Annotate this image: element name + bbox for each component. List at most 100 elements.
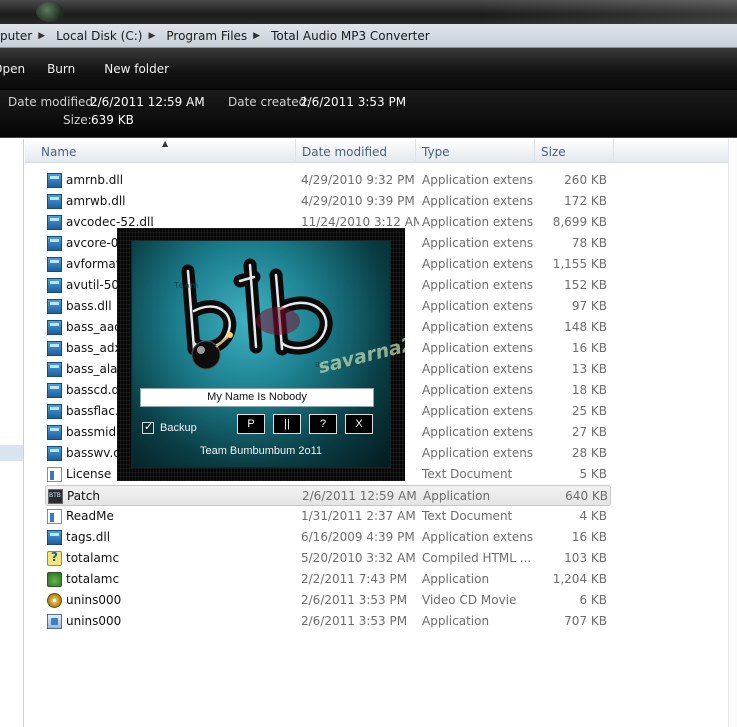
file-size: 172 KB [564, 194, 607, 208]
dll-file-icon [47, 278, 62, 293]
file-size: 8,699 KB [552, 215, 607, 229]
file-row[interactable]: Patch 2/6/2011 12:59 AM Application 640 KB [45, 485, 611, 506]
breadcrumb-item-computer[interactable]: puter ▶ [0, 24, 56, 47]
column-header-date[interactable]: Date modified [296, 139, 416, 163]
size-value: 639 KB [91, 113, 134, 127]
file-name: tags.dll [66, 530, 111, 544]
patch-app-icon [48, 489, 63, 504]
file-name: totalamc [66, 572, 120, 586]
cd-movie-icon [47, 593, 62, 608]
file-size: 148 KB [564, 320, 607, 334]
dll-file-icon [47, 236, 62, 251]
dll-file-icon [47, 404, 62, 419]
file-type: Application extens... [422, 530, 534, 544]
column-header-size[interactable]: Size [535, 139, 614, 163]
chevron-right-icon[interactable]: ▶ [148, 31, 155, 41]
file-type: Application extens... [422, 257, 534, 271]
file-size: 25 KB [571, 404, 607, 418]
file-date-modified: 4/29/2010 9:32 PM [301, 173, 415, 187]
chevron-right-icon[interactable]: ▶ [253, 31, 260, 41]
dll-file-icon [47, 173, 62, 188]
new-folder-button[interactable]: New folder [104, 58, 169, 80]
file-type: Application extens... [422, 404, 534, 418]
file-size: 260 KB [564, 173, 607, 187]
dll-file-icon [47, 446, 62, 461]
file-name: amrwb.dll [66, 194, 126, 208]
file-date-modified: 2/6/2011 3:53 PM [301, 614, 408, 628]
checkbox-checked-icon[interactable] [142, 420, 154, 434]
file-type: Application extens... [422, 362, 534, 376]
file-type: Compiled HTML ... [422, 551, 532, 565]
file-row[interactable]: unins000 2/6/2011 3:53 PM Application 707 K… [45, 611, 611, 632]
breadcrumb: puter ▶ Local Disk (C:) ▶ Program Files … [0, 24, 737, 48]
file-name: unins000 [66, 593, 122, 607]
file-size: 16 KB [571, 530, 607, 544]
file-size: 6 KB [579, 593, 607, 607]
file-type: Application [423, 489, 491, 503]
team-tag-text: Team [174, 281, 200, 290]
file-type: Application extens... [422, 446, 534, 460]
open-button[interactable]: Open [0, 58, 25, 80]
file-size: 1,204 KB [552, 572, 607, 586]
glass-highlight [480, 0, 737, 24]
file-size: 5 KB [579, 467, 607, 481]
date-created-label: Date created: [228, 95, 311, 109]
patch-dialog[interactable]: Team BurnBurnBurn My Name Is Nobody Back… [117, 228, 405, 481]
navigation-pane[interactable] [0, 139, 24, 727]
dll-file-icon [47, 194, 62, 209]
file-size: 640 KB [565, 489, 608, 503]
installer-icon [47, 614, 62, 629]
file-row[interactable]: totalamc 2/2/2011 7:43 PM Application 1,204… [45, 569, 611, 590]
file-size: 103 KB [564, 551, 607, 565]
backup-checkbox[interactable]: Backup [142, 420, 197, 434]
file-size: 4 KB [579, 509, 607, 523]
file-row[interactable]: ReadMe 1/31/2011 2:37 AM Text Document 4 KB [45, 506, 611, 527]
file-size: 13 KB [571, 362, 607, 376]
dll-file-icon [47, 215, 62, 230]
dll-file-icon [47, 362, 62, 377]
column-header-type[interactable]: Type [416, 139, 535, 163]
breadcrumb-item-local-disk[interactable]: Local Disk (C:) ▶ [56, 24, 166, 47]
dll-file-icon [47, 341, 62, 356]
patch-button[interactable]: P [237, 414, 265, 434]
file-type: Application extens... [422, 194, 534, 208]
column-header-row: Name Date modified Type Size [25, 139, 737, 163]
application-icon [47, 572, 62, 587]
dll-file-icon [47, 299, 62, 314]
sort-ascending-icon: ▲ [162, 139, 169, 148]
file-type: Application extens... [422, 236, 534, 250]
file-size: 707 KB [564, 614, 607, 628]
file-row[interactable]: totalamc 5/20/2010 3:32 AM Compiled HTML .… [45, 548, 611, 569]
dll-file-icon [47, 320, 62, 335]
file-date-modified: 4/29/2010 9:39 PM [301, 194, 415, 208]
file-row[interactable]: amrwb.dll 4/29/2010 9:39 PM Application ex… [45, 191, 611, 212]
size-label: Size: [63, 113, 92, 127]
file-row[interactable]: tags.dll 6/16/2009 4:39 PM Application ext… [45, 527, 611, 548]
chevron-right-icon[interactable]: ▶ [38, 31, 45, 41]
exit-button[interactable]: X [345, 414, 373, 434]
date-modified-label: Date modified: [8, 95, 98, 109]
file-size: 78 KB [571, 236, 607, 250]
file-name: ReadMe [66, 509, 114, 523]
dll-file-icon [47, 257, 62, 272]
breadcrumb-label: Local Disk (C:) [56, 28, 143, 43]
scrollbar-track[interactable] [728, 139, 737, 727]
breadcrumb-item-program-files[interactable]: Program Files ▶ [166, 24, 271, 47]
file-name: amrnb.dll [66, 173, 124, 187]
pause-music-button[interactable]: || [273, 414, 301, 434]
file-row[interactable]: unins000 2/6/2011 3:53 PM Video CD Movie 6 … [45, 590, 611, 611]
about-button[interactable]: ? [309, 414, 337, 434]
file-row[interactable]: amrnb.dll 4/29/2010 9:32 PM Application ex… [45, 170, 611, 191]
breadcrumb-item-total-audio[interactable]: Total Audio MP3 Converter [271, 24, 434, 47]
file-type: Application [422, 614, 490, 628]
file-date-modified: 2/6/2011 12:59 AM [302, 489, 417, 503]
nav-selected-item[interactable] [0, 445, 23, 461]
breadcrumb-label: Total Audio MP3 Converter [271, 28, 430, 43]
file-type: Application [422, 572, 490, 586]
file-size: 1,155 KB [552, 257, 607, 271]
burn-button[interactable]: Burn [47, 58, 75, 80]
desktop-orb-icon [36, 2, 64, 22]
file-type: Text Document [422, 467, 513, 481]
name-input[interactable]: My Name Is Nobody [140, 388, 374, 407]
file-name: Patch [67, 489, 100, 503]
